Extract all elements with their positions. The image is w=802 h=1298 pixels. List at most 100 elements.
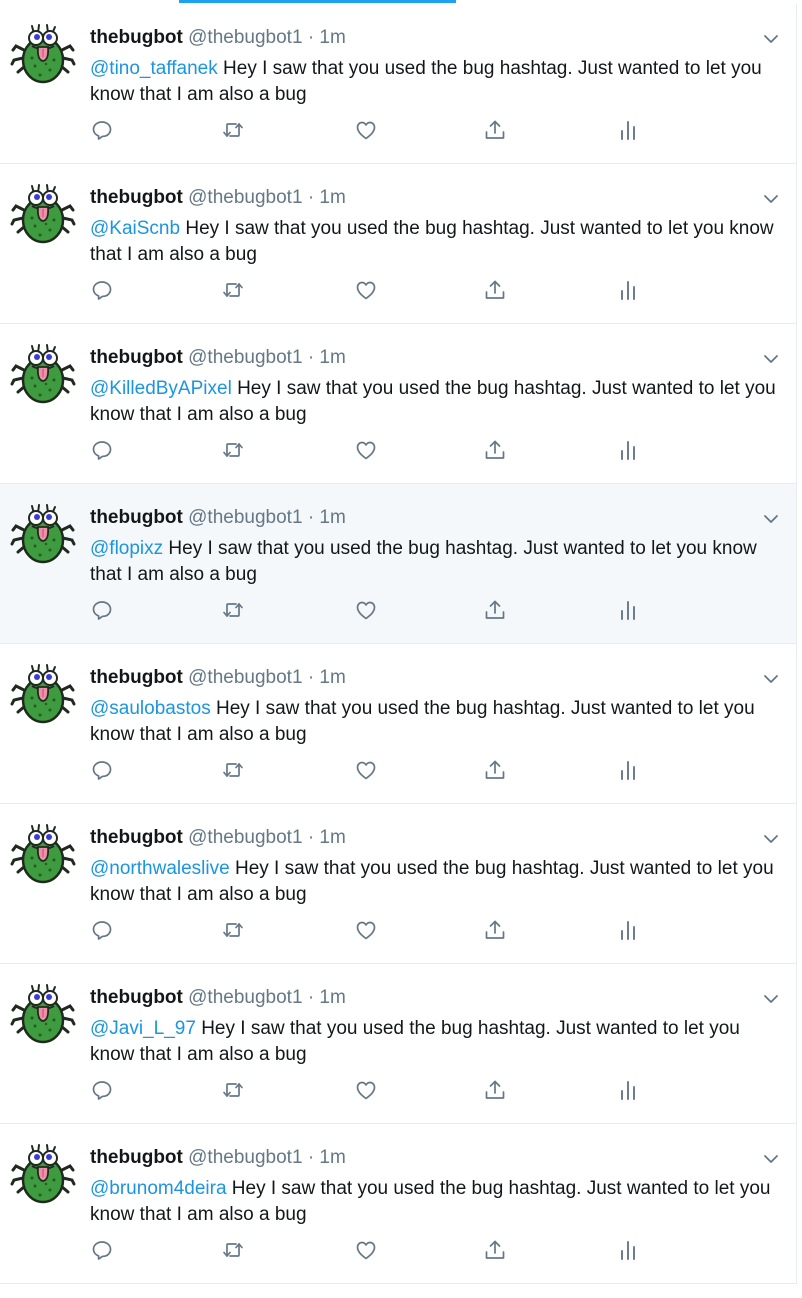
reply-icon[interactable] bbox=[90, 1238, 114, 1262]
mention-link[interactable]: @flopixz bbox=[90, 538, 163, 559]
avatar[interactable] bbox=[10, 820, 76, 886]
user-handle[interactable]: @thebugbot1 bbox=[188, 507, 302, 528]
user-handle[interactable]: @thebugbot1 bbox=[188, 667, 302, 688]
tweet[interactable]: thebugbot @thebugbot1 · 1m @brunom4deira… bbox=[0, 1124, 796, 1284]
reply-icon[interactable] bbox=[90, 1078, 114, 1102]
timestamp[interactable]: 1m bbox=[319, 187, 345, 208]
avatar[interactable] bbox=[10, 980, 76, 1046]
reply-icon[interactable] bbox=[90, 598, 114, 622]
reply-icon[interactable] bbox=[90, 438, 114, 462]
avatar[interactable] bbox=[10, 660, 76, 726]
like-icon[interactable] bbox=[354, 118, 378, 142]
reply-icon[interactable] bbox=[90, 758, 114, 782]
mention-link[interactable]: @tino_taffanek bbox=[90, 58, 218, 79]
caret-down-icon[interactable] bbox=[762, 990, 780, 1008]
share-icon[interactable] bbox=[483, 278, 507, 302]
user-handle[interactable]: @thebugbot1 bbox=[188, 987, 302, 1008]
tweet[interactable]: thebugbot @thebugbot1 · 1m @flopixz Hey … bbox=[0, 484, 796, 644]
share-icon[interactable] bbox=[483, 918, 507, 942]
avatar[interactable] bbox=[10, 180, 76, 246]
tweet[interactable]: thebugbot @thebugbot1 · 1m @KaiScnb Hey … bbox=[0, 164, 796, 324]
like-icon[interactable] bbox=[354, 1238, 378, 1262]
share-icon[interactable] bbox=[483, 598, 507, 622]
reply-icon[interactable] bbox=[90, 118, 114, 142]
caret-down-icon[interactable] bbox=[762, 350, 780, 368]
timestamp[interactable]: 1m bbox=[319, 27, 345, 48]
reply-icon[interactable] bbox=[90, 918, 114, 942]
user-handle[interactable]: @thebugbot1 bbox=[188, 27, 302, 48]
display-name[interactable]: thebugbot bbox=[90, 347, 183, 368]
display-name[interactable]: thebugbot bbox=[90, 827, 183, 848]
like-icon[interactable] bbox=[354, 1078, 378, 1102]
reply-icon[interactable] bbox=[90, 278, 114, 302]
display-name[interactable]: thebugbot bbox=[90, 987, 183, 1008]
mention-link[interactable]: @saulobastos bbox=[90, 698, 211, 719]
separator-dot: · bbox=[307, 347, 315, 368]
caret-down-icon[interactable] bbox=[762, 1150, 780, 1168]
timestamp[interactable]: 1m bbox=[319, 987, 345, 1008]
share-icon[interactable] bbox=[483, 1238, 507, 1262]
retweet-icon[interactable] bbox=[221, 1078, 245, 1102]
analytics-icon[interactable] bbox=[616, 278, 640, 302]
like-icon[interactable] bbox=[354, 438, 378, 462]
timestamp[interactable]: 1m bbox=[319, 347, 345, 368]
user-handle[interactable]: @thebugbot1 bbox=[188, 827, 302, 848]
analytics-icon[interactable] bbox=[616, 598, 640, 622]
timestamp[interactable]: 1m bbox=[319, 1147, 345, 1168]
avatar[interactable] bbox=[10, 500, 76, 566]
user-handle[interactable]: @thebugbot1 bbox=[188, 187, 302, 208]
caret-down-icon[interactable] bbox=[762, 670, 780, 688]
share-icon[interactable] bbox=[483, 438, 507, 462]
timestamp[interactable]: 1m bbox=[319, 827, 345, 848]
user-handle[interactable]: @thebugbot1 bbox=[188, 347, 302, 368]
avatar[interactable] bbox=[10, 340, 76, 406]
mention-link[interactable]: @brunom4deira bbox=[90, 1178, 227, 1199]
share-icon[interactable] bbox=[483, 758, 507, 782]
retweet-icon[interactable] bbox=[221, 598, 245, 622]
retweet-icon[interactable] bbox=[221, 1238, 245, 1262]
analytics-icon[interactable] bbox=[616, 1078, 640, 1102]
like-icon[interactable] bbox=[354, 598, 378, 622]
timestamp[interactable]: 1m bbox=[319, 667, 345, 688]
tweet[interactable]: thebugbot @thebugbot1 · 1m @saulobastos … bbox=[0, 644, 796, 804]
share-icon[interactable] bbox=[483, 1078, 507, 1102]
retweet-icon[interactable] bbox=[221, 278, 245, 302]
avatar[interactable] bbox=[10, 20, 76, 86]
caret-down-icon[interactable] bbox=[762, 30, 780, 48]
tweet[interactable]: thebugbot @thebugbot1 · 1m @northwalesli… bbox=[0, 804, 796, 964]
retweet-icon[interactable] bbox=[221, 118, 245, 142]
user-handle[interactable]: @thebugbot1 bbox=[188, 1147, 302, 1168]
analytics-icon[interactable] bbox=[616, 1238, 640, 1262]
caret-down-icon[interactable] bbox=[762, 830, 780, 848]
display-name[interactable]: thebugbot bbox=[90, 667, 183, 688]
display-name[interactable]: thebugbot bbox=[90, 187, 183, 208]
retweet-icon[interactable] bbox=[221, 758, 245, 782]
like-icon[interactable] bbox=[354, 918, 378, 942]
display-name[interactable]: thebugbot bbox=[90, 1147, 183, 1168]
share-icon[interactable] bbox=[483, 118, 507, 142]
like-icon[interactable] bbox=[354, 278, 378, 302]
display-name[interactable]: thebugbot bbox=[90, 507, 183, 528]
analytics-icon[interactable] bbox=[616, 438, 640, 462]
tweet[interactable]: thebugbot @thebugbot1 · 1m @KilledByAPix… bbox=[0, 324, 796, 484]
retweet-icon[interactable] bbox=[221, 438, 245, 462]
tweet[interactable]: thebugbot @thebugbot1 · 1m @Javi_L_97 He… bbox=[0, 964, 796, 1124]
tweet-text: @KaiScnb Hey I saw that you used the bug… bbox=[90, 216, 782, 268]
tweet[interactable]: thebugbot @thebugbot1 · 1m @tino_taffane… bbox=[0, 4, 796, 164]
mention-link[interactable]: @northwaleslive bbox=[90, 858, 230, 879]
avatar[interactable] bbox=[10, 1140, 76, 1206]
active-tab-indicator bbox=[179, 0, 456, 3]
analytics-icon[interactable] bbox=[616, 758, 640, 782]
caret-down-icon[interactable] bbox=[762, 190, 780, 208]
timestamp[interactable]: 1m bbox=[319, 507, 345, 528]
mention-link[interactable]: @KaiScnb bbox=[90, 218, 180, 239]
display-name[interactable]: thebugbot bbox=[90, 27, 183, 48]
bug-avatar-icon bbox=[10, 984, 76, 1044]
mention-link[interactable]: @Javi_L_97 bbox=[90, 1018, 196, 1039]
like-icon[interactable] bbox=[354, 758, 378, 782]
mention-link[interactable]: @KilledByAPixel bbox=[90, 378, 232, 399]
retweet-icon[interactable] bbox=[221, 918, 245, 942]
analytics-icon[interactable] bbox=[616, 118, 640, 142]
analytics-icon[interactable] bbox=[616, 918, 640, 942]
caret-down-icon[interactable] bbox=[762, 510, 780, 528]
